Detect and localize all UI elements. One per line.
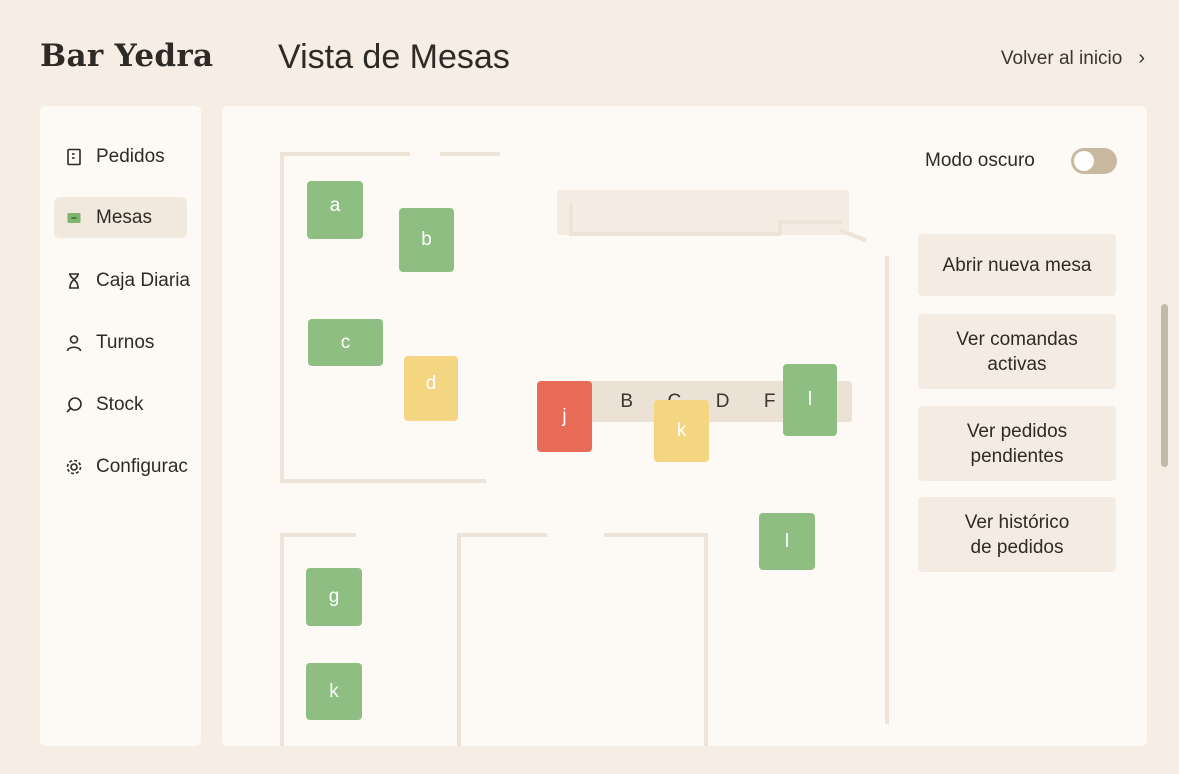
wall xyxy=(778,220,842,224)
table-g[interactable]: g xyxy=(306,568,362,626)
page-title: Vista de Mesas xyxy=(278,38,510,76)
sidebar-item-pedidos[interactable]: Pedidos xyxy=(54,136,187,177)
bar-counter xyxy=(557,190,849,235)
sidebar-item-stock[interactable]: Stock xyxy=(54,384,187,425)
gear-icon xyxy=(64,457,84,477)
wall xyxy=(440,152,500,156)
open-new-table-button[interactable]: Abrir nueva mesa xyxy=(918,234,1116,296)
wall xyxy=(569,203,573,233)
stool-label[interactable]: D xyxy=(716,391,730,413)
wall xyxy=(280,152,410,156)
table-k-center[interactable]: k xyxy=(654,400,709,462)
sidebar-item-label: Turnos xyxy=(96,331,155,353)
sidebar-item-turnos[interactable]: Turnos xyxy=(54,322,187,363)
sidebar-item-label: Caja Diaria xyxy=(96,269,190,291)
sidebar-item-label: Pedidos xyxy=(96,145,165,167)
hourglass-icon xyxy=(64,271,84,291)
scrollbar[interactable] xyxy=(1161,304,1168,467)
wall xyxy=(457,533,547,537)
chevron-right-icon: › xyxy=(1138,47,1145,69)
sidebar-item-configuracion[interactable]: Configurac xyxy=(54,446,188,487)
view-active-orders-button[interactable]: Ver comandas activas xyxy=(918,314,1116,389)
search-icon xyxy=(64,395,84,415)
wall xyxy=(280,152,284,482)
sidebar: Pedidos Mesas Caja Diaria Turnos Stock C… xyxy=(40,106,201,746)
table-l-upper[interactable]: l xyxy=(783,364,837,436)
sidebar-item-label: Configurac xyxy=(96,455,188,477)
table-d[interactable]: d xyxy=(404,356,458,421)
table-l-lower[interactable]: l xyxy=(759,513,815,570)
table-k-lower[interactable]: k xyxy=(306,663,362,720)
view-order-history-button[interactable]: Ver histórico de pedidos xyxy=(918,497,1116,572)
wall xyxy=(280,533,284,746)
wall xyxy=(704,533,708,746)
sidebar-item-label: Stock xyxy=(96,393,144,415)
view-pending-orders-button[interactable]: Ver pedidos pendientes xyxy=(918,406,1116,481)
dark-mode-toggle[interactable] xyxy=(1071,148,1117,174)
order-icon xyxy=(64,147,84,167)
toggle-knob xyxy=(1074,151,1094,171)
brand-logo: Bar Yedra xyxy=(40,38,214,74)
back-link-label: Volver al inicio xyxy=(1000,47,1123,69)
back-to-home-link[interactable]: Volver al inicio › xyxy=(1001,47,1145,70)
user-icon xyxy=(64,333,84,353)
sidebar-item-label: Mesas xyxy=(96,206,152,228)
table-a[interactable]: a xyxy=(307,181,363,239)
wall xyxy=(569,232,781,236)
wall xyxy=(604,533,708,537)
wall xyxy=(885,256,889,724)
dark-mode-label: Modo oscuro xyxy=(925,150,1035,171)
floor-plan-panel: A B C D F G a b c d j k l l g k Modo osc… xyxy=(222,106,1147,746)
table-b[interactable]: b xyxy=(399,208,454,272)
sidebar-item-mesas[interactable]: Mesas xyxy=(54,197,187,238)
wall xyxy=(457,533,461,746)
table-c[interactable]: c xyxy=(308,319,383,366)
stool-label[interactable]: B xyxy=(620,391,633,413)
table-j[interactable]: j xyxy=(537,381,592,452)
wall xyxy=(280,533,356,537)
wall xyxy=(280,479,486,483)
sidebar-item-caja-diaria[interactable]: Caja Diaria xyxy=(54,260,190,301)
table-icon xyxy=(64,208,84,228)
stool-label[interactable]: F xyxy=(764,391,776,413)
wall xyxy=(839,228,867,243)
